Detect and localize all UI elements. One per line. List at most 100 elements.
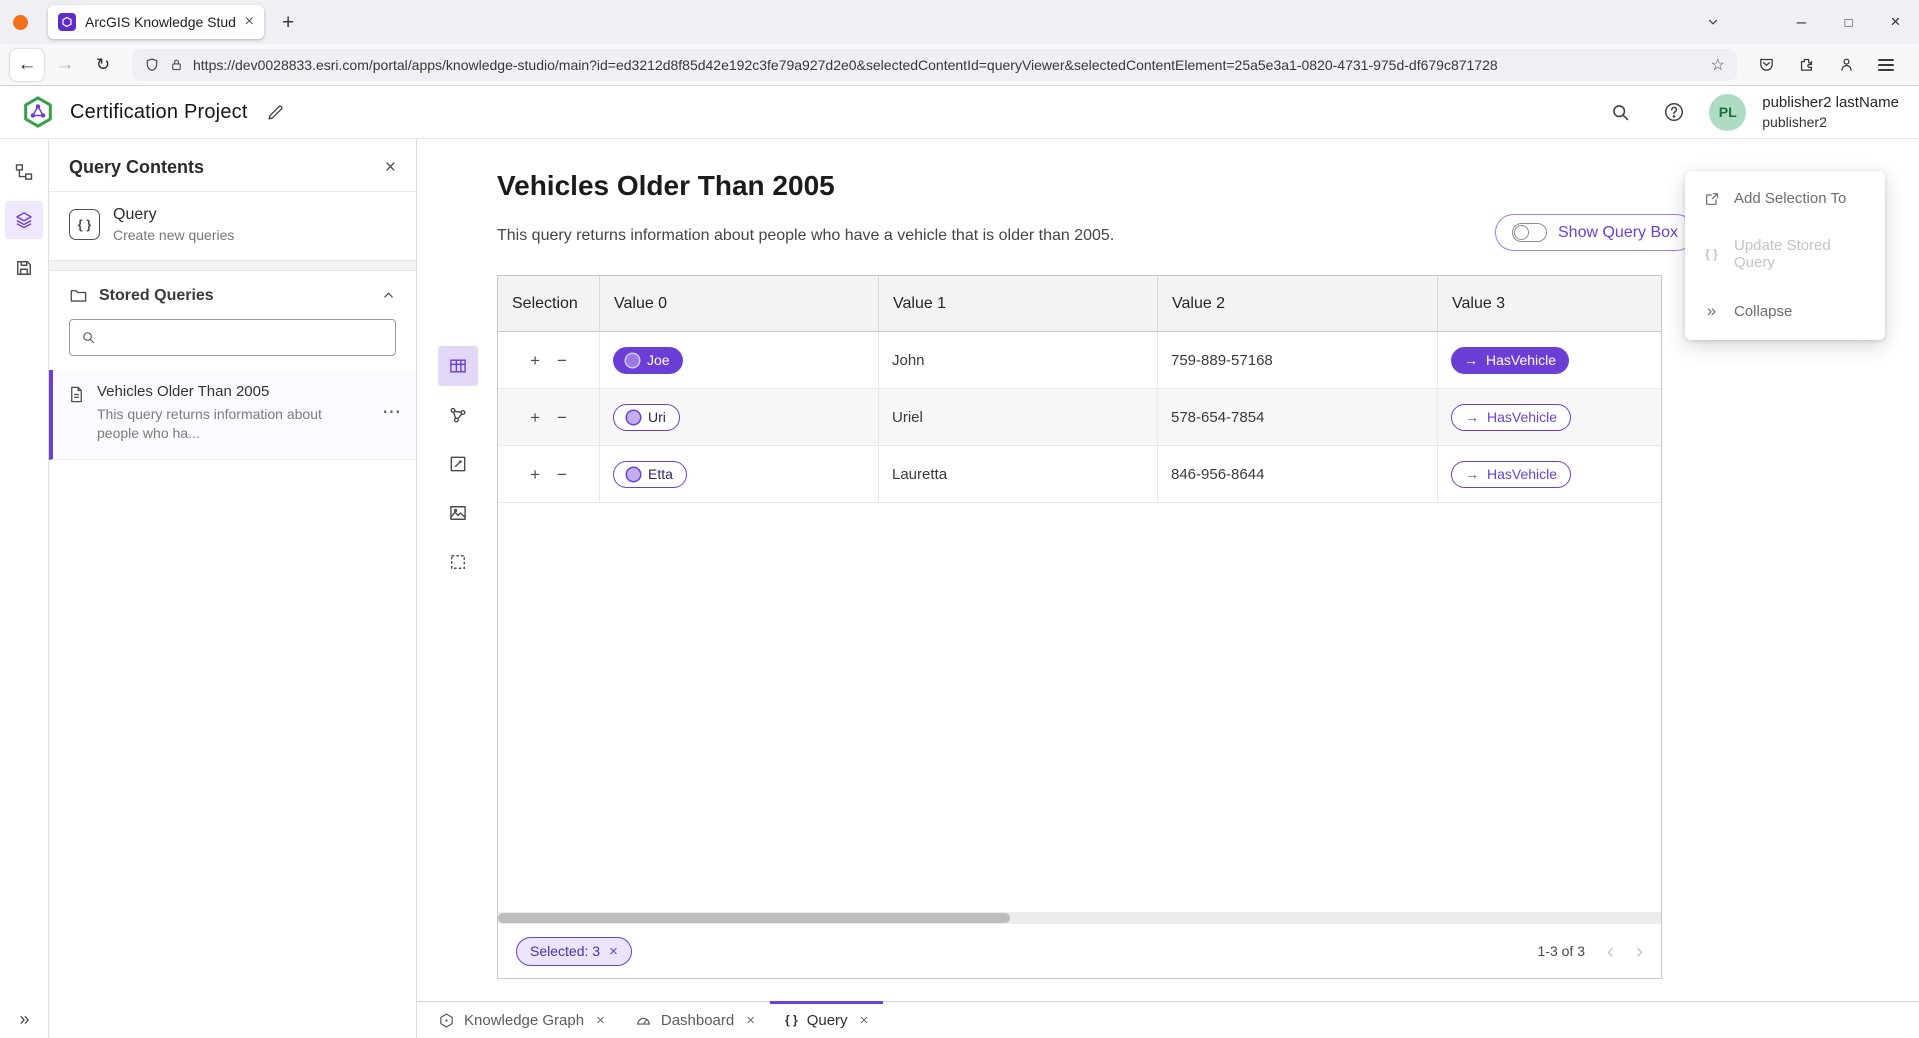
lock-icon[interactable] — [169, 57, 184, 72]
remove-from-selection-button[interactable]: − — [557, 466, 567, 483]
relationship-label: HasVehicle — [1486, 352, 1556, 368]
entity-pill[interactable]: Joe — [613, 347, 683, 374]
relationship-pill[interactable]: → HasVehicle — [1451, 347, 1569, 374]
firefox-icon[interactable] — [13, 15, 28, 30]
horizontal-scrollbar[interactable] — [498, 912, 1661, 924]
forward-button[interactable]: → — [48, 49, 82, 81]
menu-item-update-stored-query[interactable]: { } Update Stored Query — [1685, 222, 1885, 286]
window-close-button[interactable]: × — [1872, 0, 1919, 44]
stored-queries-search[interactable] — [69, 319, 396, 356]
entity-pill[interactable]: Uri — [613, 404, 680, 431]
arcgis-favicon-icon — [58, 13, 76, 31]
window-maximize-button[interactable]: □ — [1825, 0, 1872, 44]
search-icon — [81, 330, 96, 345]
show-query-box-toggle[interactable]: Show Query Box — [1495, 214, 1695, 251]
stored-query-item[interactable]: Vehicles Older Than 2005 This query retu… — [49, 370, 416, 460]
query-title: Vehicles Older Than 2005 — [497, 170, 835, 202]
results-table: Selection Value 0 Value 1 Value 2 Value … — [497, 275, 1662, 979]
shield-icon[interactable] — [144, 57, 160, 73]
add-to-selection-button[interactable]: + — [530, 352, 540, 369]
table-row[interactable]: + − Joe John 759-889-57168 → HasVehicle — [498, 332, 1661, 389]
contents-layers-button[interactable] — [5, 201, 43, 239]
stored-queries-header[interactable]: Stored Queries — [49, 271, 416, 315]
cell-name: Lauretta — [879, 446, 1158, 502]
edit-title-pencil-icon[interactable] — [266, 103, 285, 122]
menu-item-collapse[interactable]: » Collapse — [1685, 286, 1885, 336]
arrow-right-icon: → — [1465, 467, 1479, 481]
entity-dot-icon — [626, 354, 639, 367]
add-to-selection-button[interactable]: + — [530, 466, 540, 483]
selection-tools-button[interactable] — [438, 542, 478, 582]
toggle-switch-icon[interactable] — [1512, 223, 1547, 242]
browser-navbar: ← → ↻ https://dev0028833.esri.com/portal… — [0, 44, 1919, 86]
entity-pill[interactable]: Etta — [613, 461, 687, 488]
cell-name: Uriel — [879, 389, 1158, 445]
pocket-icon[interactable] — [1749, 49, 1783, 81]
column-header-selection[interactable]: Selection — [498, 276, 600, 331]
edit-view-button[interactable] — [438, 444, 478, 484]
next-page-button[interactable]: › — [1636, 941, 1643, 962]
tab-title: ArcGIS Knowledge Studio — [85, 14, 236, 30]
new-query-item[interactable]: { } Query Create new queries — [49, 192, 416, 261]
document-icon — [67, 385, 86, 404]
window-minimize-button[interactable]: – — [1778, 0, 1825, 44]
column-header-value0[interactable]: Value 0 — [600, 276, 879, 331]
tab-dashboard[interactable]: Dashboard × — [620, 1002, 770, 1038]
column-header-value2[interactable]: Value 2 — [1158, 276, 1438, 331]
address-bar[interactable]: https://dev0028833.esri.com/portal/apps/… — [132, 49, 1737, 81]
expand-rail-button[interactable]: » — [0, 1009, 49, 1030]
menu-icon[interactable] — [1869, 49, 1903, 81]
extensions-icon[interactable] — [1789, 49, 1823, 81]
back-button[interactable]: ← — [10, 49, 44, 81]
map-view-button[interactable] — [438, 493, 478, 533]
bookmark-star-icon[interactable]: ☆ — [1711, 55, 1725, 75]
table-row[interactable]: + − Uri Uriel 578-654-7854 → HasVehicle — [498, 389, 1661, 446]
cell-phone: 846-956-8644 — [1158, 446, 1438, 502]
column-header-value1[interactable]: Value 1 — [879, 276, 1158, 331]
relationship-pill[interactable]: → HasVehicle — [1451, 461, 1571, 488]
table-row[interactable]: + − Etta Lauretta 846-956-8644 → HasVehi… — [498, 446, 1661, 503]
panel-close-icon[interactable]: × — [385, 158, 396, 177]
browser-tab[interactable]: ArcGIS Knowledge Studio × — [48, 5, 264, 39]
remove-from-selection-button[interactable]: − — [557, 409, 567, 426]
link-chart-view-button[interactable] — [438, 395, 478, 435]
account-icon[interactable] — [1829, 49, 1863, 81]
avatar[interactable]: PL — [1709, 94, 1746, 131]
tab-close-icon[interactable]: × — [746, 1013, 755, 1028]
new-tab-button[interactable]: + — [282, 12, 294, 33]
menu-item-label: Collapse — [1734, 303, 1792, 320]
pagination-label: 1-3 of 3 — [1538, 943, 1585, 959]
tab-close-icon[interactable]: × — [596, 1013, 605, 1028]
column-header-value3[interactable]: Value 3 — [1438, 276, 1661, 331]
help-button[interactable] — [1655, 93, 1693, 131]
table-view-button[interactable] — [438, 346, 478, 386]
data-model-button[interactable] — [5, 153, 43, 191]
tab-close-icon[interactable]: × — [245, 14, 254, 30]
url-text: https://dev0028833.esri.com/portal/apps/… — [193, 57, 1702, 73]
search-input[interactable] — [105, 330, 384, 346]
tab-close-icon[interactable]: × — [860, 1013, 869, 1028]
relationship-pill[interactable]: → HasVehicle — [1451, 404, 1571, 431]
clear-selection-icon[interactable]: × — [609, 944, 618, 959]
selected-count-chip[interactable]: Selected: 3 × — [516, 937, 632, 966]
stored-item-title: Vehicles Older Than 2005 — [97, 383, 337, 400]
scrollbar-thumb[interactable] — [498, 913, 1010, 923]
section-divider — [49, 261, 416, 271]
chevron-up-icon[interactable] — [381, 288, 396, 303]
previous-page-button[interactable]: ‹ — [1607, 941, 1614, 962]
item-options-ellipsis-icon[interactable]: ⋯ — [382, 401, 402, 424]
table-footer: Selected: 3 × 1-3 of 3 ‹ › — [498, 924, 1661, 978]
refresh-button[interactable]: ↻ — [86, 49, 120, 81]
project-title: Certification Project — [70, 101, 248, 124]
remove-from-selection-button[interactable]: − — [557, 352, 567, 369]
tab-knowledge-graph[interactable]: Knowledge Graph × — [423, 1002, 620, 1038]
dashboard-icon — [635, 1012, 652, 1029]
tab-query[interactable]: { } Query × — [770, 1002, 883, 1038]
tab-label: Knowledge Graph — [464, 1012, 584, 1029]
search-button[interactable] — [1601, 93, 1639, 131]
list-tabs-chevron-icon[interactable] — [1706, 15, 1720, 29]
arcgis-knowledge-logo — [20, 94, 56, 130]
menu-item-add-selection-to[interactable]: Add Selection To — [1685, 175, 1885, 222]
add-to-selection-button[interactable]: + — [530, 409, 540, 426]
save-button[interactable] — [5, 249, 43, 287]
